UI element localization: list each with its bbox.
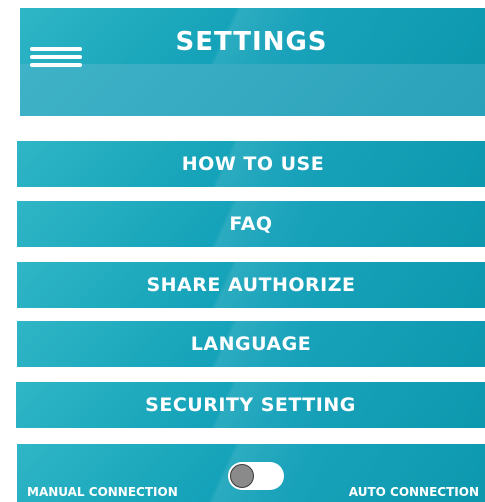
- faq-label: FAQ: [229, 213, 273, 235]
- header-bar: [20, 8, 485, 116]
- settings-screen: SETTINGS HOW TO USE FAQ SHARE AUTHORIZE …: [0, 0, 485, 502]
- toggle-knob: [230, 464, 254, 488]
- how-to-use-label: HOW TO USE: [181, 153, 325, 175]
- language-label: LANGUAGE: [190, 333, 312, 355]
- menu-line-bottom: [30, 63, 82, 67]
- security-setting-button[interactable]: SECURITY SETTING: [16, 382, 485, 428]
- page-title: SETTINGS: [175, 27, 328, 57]
- how-to-use-button[interactable]: HOW TO USE: [17, 141, 485, 187]
- share-authorize-button[interactable]: SHARE AUTHORIZE: [17, 262, 485, 308]
- header-bottom-band: [20, 64, 485, 116]
- security-setting-label: SECURITY SETTING: [145, 394, 356, 416]
- manual-connection-label: MANUAL CONNECTION: [27, 485, 178, 499]
- share-authorize-label: SHARE AUTHORIZE: [146, 274, 356, 296]
- connection-toggle[interactable]: [228, 462, 284, 490]
- auto-connection-label: AUTO CONNECTION: [348, 485, 479, 499]
- connection-mode-bar: MANUAL CONNECTION AUTO CONNECTION: [17, 444, 485, 502]
- language-button[interactable]: LANGUAGE: [17, 321, 485, 367]
- faq-button[interactable]: FAQ: [17, 201, 485, 247]
